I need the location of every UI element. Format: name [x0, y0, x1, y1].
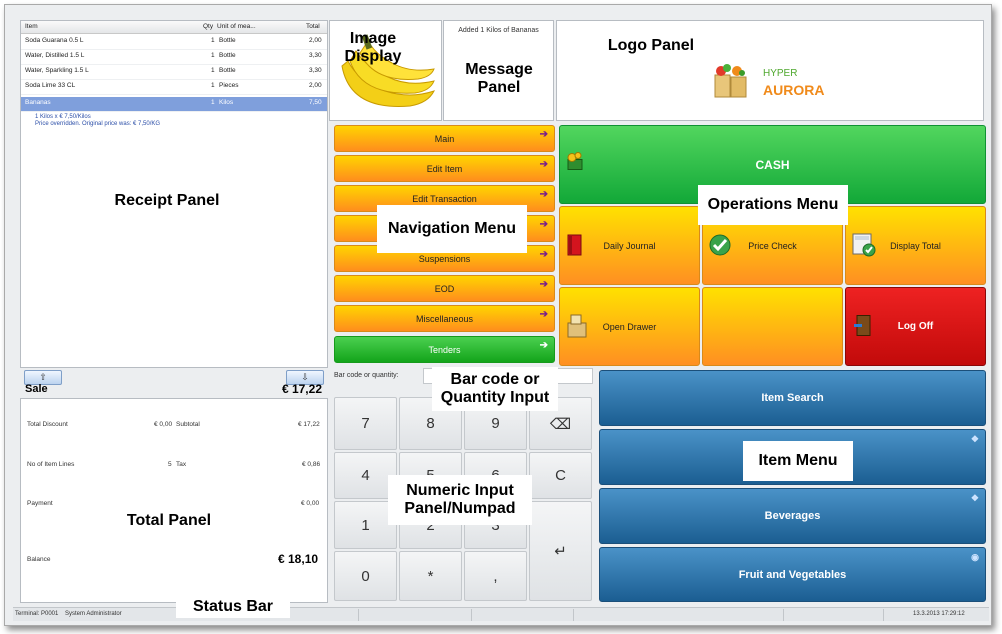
target-icon: ◉ — [971, 552, 979, 562]
message-text: Added 1 Kilos of Bananas — [458, 27, 539, 34]
enter-key[interactable]: ↵ — [529, 501, 592, 601]
payment-label: Payment — [27, 500, 53, 507]
nav-miscellaneous-button[interactable]: Miscellaneous ➔ — [334, 305, 555, 332]
receipt-panel-callout: Receipt Panel — [105, 188, 229, 214]
backspace-icon: ⌫ — [549, 415, 572, 433]
status-bar: Terminal: P0001 System Administrator 13.… — [13, 607, 989, 621]
open-drawer-button[interactable]: Open Drawer — [559, 287, 700, 366]
nav-main-button[interactable]: Main ➔ — [334, 125, 555, 152]
numeric-input-callout: Numeric Input Panel/Numpad — [388, 475, 532, 525]
beverages-button[interactable]: Beverages ❖ — [599, 488, 986, 544]
operations-menu-callout: Operations Menu — [698, 185, 848, 225]
col-qty-header[interactable]: Qty — [203, 23, 213, 30]
col-unit-header[interactable]: Unit of mea... — [217, 23, 256, 30]
nav-tenders-button[interactable]: Tenders ➔ — [334, 336, 555, 363]
sale-label: Sale — [25, 383, 48, 395]
drawer-icon — [566, 313, 588, 341]
sale-total: € 17,22 — [281, 382, 322, 396]
log-off-button[interactable]: Log Off — [845, 287, 986, 366]
calculator-icon — [852, 233, 876, 259]
arrow-right-icon: ➔ — [539, 309, 548, 320]
fruit-vegetables-button[interactable]: Fruit and Vegetables ◉ — [599, 547, 986, 602]
receipt-row-selected[interactable]: Bananas 1 Kilos 7,50 — [21, 97, 327, 112]
key-star[interactable]: * — [399, 551, 462, 601]
app-window: Item Qty Unit of mea... Total Soda Guara… — [4, 4, 992, 626]
image-display-callout: Image Display — [344, 29, 402, 65]
nav-edit-item-button[interactable]: Edit Item ➔ — [334, 155, 555, 182]
barcode-label: Bar code or quantity: — [334, 372, 399, 379]
total-discount-value: € 0,00 — [154, 421, 173, 428]
key-7[interactable]: 7 — [334, 397, 397, 450]
receipt-row[interactable]: Soda Lime 33 CL 1 Pieces 2,00 — [21, 80, 327, 95]
tax-label: Tax — [176, 461, 187, 468]
item-search-button[interactable]: Item Search — [599, 370, 986, 426]
key-0[interactable]: 0 — [334, 551, 397, 601]
col-total-header[interactable]: Total — [306, 23, 320, 30]
logo-hyper: HYPER — [763, 68, 798, 79]
receipt-row[interactable]: Soda Guarana 0.5 L 1 Bottle 2,00 — [21, 35, 327, 50]
daily-journal-button[interactable]: Daily Journal — [559, 206, 700, 285]
receipt-row[interactable]: Water, Distilled 1.5 L 1 Bottle 3,30 — [21, 50, 327, 65]
book-icon — [566, 233, 584, 259]
cash-icon — [566, 152, 586, 177]
barcode-input-callout: Bar code or Quantity Input — [432, 367, 558, 411]
arrow-right-icon: ➔ — [539, 129, 548, 140]
subtotal-label: Subtotal — [176, 421, 200, 428]
total-discount-label: Total Discount — [27, 421, 68, 428]
navigation-menu-callout: Navigation Menu — [377, 205, 527, 253]
payment-value: € 0,00 — [301, 500, 320, 507]
tax-value: € 0,86 — [302, 461, 321, 468]
message-panel-callout: Message Panel — [451, 57, 547, 101]
arrow-right-icon: ➔ — [539, 219, 548, 230]
receipt-row[interactable]: Water, Sparkling 1.5 L 1 Bottle 3,30 — [21, 65, 327, 80]
logo-aurora: AURORA — [763, 82, 825, 98]
empty-operation-button[interactable] — [702, 287, 843, 366]
clear-key[interactable]: C — [529, 452, 592, 499]
nav-eod-button[interactable]: EOD ➔ — [334, 275, 555, 302]
arrow-right-icon: ➔ — [539, 189, 548, 200]
door-exit-icon — [852, 313, 874, 340]
enter-icon: ↵ — [554, 543, 567, 560]
status-bar-callout: Status Bar — [176, 596, 290, 618]
receipt-subline-note: Price overridden. Original price was: € … — [35, 121, 161, 127]
subtotal-value: € 17,22 — [298, 421, 320, 428]
balance-label: Balance — [27, 556, 51, 563]
arrow-right-icon: ➔ — [539, 340, 548, 351]
balance-value: € 18,10 — [278, 552, 319, 566]
user-name: System Administrator — [65, 611, 122, 617]
receipt-header: Item Qty Unit of mea... Total — [21, 21, 327, 34]
item-lines-label: No of Item Lines — [27, 461, 75, 468]
shopping-bag-icon — [713, 61, 749, 99]
status-datetime: 13.3.2013 17:29:12 — [913, 611, 965, 617]
logo-panel-callout: Logo Panel — [596, 35, 706, 57]
total-panel-callout: Total Panel — [95, 481, 243, 561]
submenu-icon: ❖ — [970, 434, 979, 444]
arrow-right-icon: ➔ — [539, 159, 548, 170]
display-total-button[interactable]: Display Total — [845, 206, 986, 285]
item-lines-value: 5 — [168, 461, 172, 468]
check-icon — [709, 234, 731, 258]
arrow-up-icon: ⇧ — [39, 372, 47, 382]
arrow-right-icon: ➔ — [539, 249, 548, 260]
arrow-right-icon: ➔ — [539, 279, 548, 290]
col-item-header[interactable]: Item — [25, 23, 38, 30]
item-menu-callout: Item Menu — [743, 441, 853, 481]
terminal-id: Terminal: P0001 — [15, 611, 59, 617]
key-comma[interactable]: , — [464, 551, 527, 601]
submenu-icon: ❖ — [970, 493, 979, 503]
